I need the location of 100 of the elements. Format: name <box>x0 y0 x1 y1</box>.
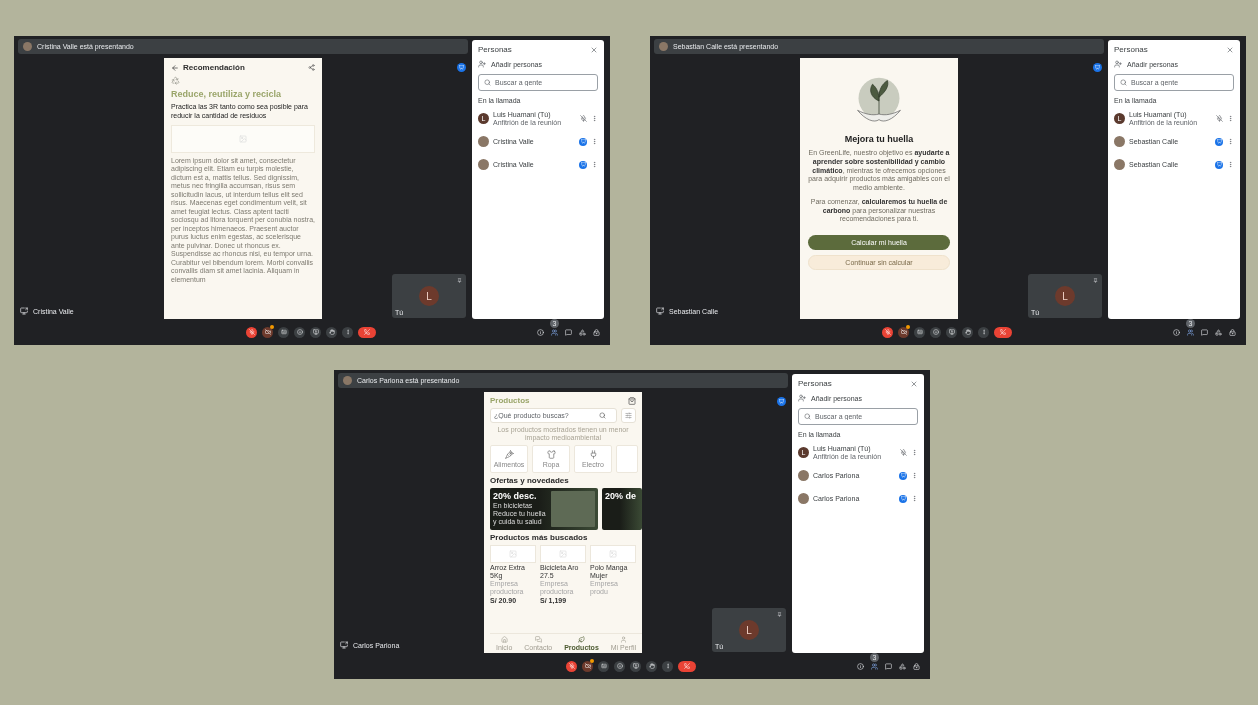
phone-icon <box>1000 329 1006 335</box>
screen-share-icon <box>340 641 348 649</box>
info-button[interactable] <box>537 328 544 336</box>
raise-hand-button[interactable] <box>646 660 657 672</box>
avatar <box>23 42 32 51</box>
image-icon <box>509 550 517 559</box>
offer-card[interactable]: 20% de <box>602 488 642 531</box>
section-title: Productos más buscados <box>490 533 589 543</box>
people-button[interactable] <box>871 662 878 670</box>
back-arrow-icon <box>171 63 179 72</box>
people-icon <box>871 662 878 670</box>
presenting-icon <box>899 471 907 480</box>
search-icon <box>484 79 491 86</box>
chat-button[interactable] <box>1201 328 1208 336</box>
chat-icon <box>565 328 572 336</box>
mic-button[interactable] <box>566 660 577 672</box>
end-call-button[interactable] <box>358 326 376 338</box>
avatar <box>798 470 809 481</box>
more-button[interactable] <box>978 326 989 338</box>
photo-placeholder <box>551 491 595 528</box>
activities-button[interactable] <box>899 662 906 670</box>
search-icon <box>599 412 606 419</box>
sliders-icon <box>625 412 632 419</box>
emoji-button[interactable] <box>930 326 941 338</box>
more-button[interactable] <box>662 660 673 672</box>
panel-title: Personas <box>1114 45 1148 54</box>
avatar: L <box>419 286 439 306</box>
more-icon <box>344 329 351 335</box>
screen-share-icon <box>656 307 664 315</box>
people-button[interactable] <box>551 328 558 336</box>
add-person-icon <box>1114 60 1122 68</box>
image-icon <box>239 134 247 143</box>
add-person-icon <box>478 60 486 68</box>
raise-hand-button[interactable] <box>962 326 973 338</box>
chat-icon <box>534 636 542 643</box>
people-icon <box>1187 328 1194 336</box>
screen-title: Productos <box>490 396 531 405</box>
chat-button[interactable] <box>565 328 572 336</box>
close-icon <box>1226 45 1234 54</box>
info-button[interactable] <box>1173 328 1180 336</box>
mic-button[interactable] <box>882 326 893 338</box>
camera-button[interactable] <box>898 326 909 338</box>
host-controls-button[interactable] <box>593 328 600 336</box>
close-button[interactable] <box>910 379 918 388</box>
presenting-icon <box>1093 63 1102 72</box>
info-button[interactable] <box>857 662 864 670</box>
captions-button[interactable] <box>914 326 925 338</box>
captions-button[interactable] <box>278 326 289 338</box>
captions-icon <box>916 329 923 335</box>
presenting-icon <box>777 397 786 406</box>
bag-icon <box>628 396 636 405</box>
activities-button[interactable] <box>579 328 586 336</box>
host-controls-button[interactable] <box>1229 328 1236 336</box>
chat-button[interactable] <box>885 662 892 670</box>
image-icon <box>559 550 567 559</box>
presenting-icon <box>579 160 587 169</box>
present-button[interactable] <box>946 326 957 338</box>
mic-button[interactable] <box>246 326 257 338</box>
add-person-icon <box>798 394 806 402</box>
camera-off-icon <box>900 329 907 335</box>
section-title: Ofertas y novedades <box>490 476 570 486</box>
avatar <box>343 376 352 385</box>
close-button[interactable] <box>1226 45 1234 54</box>
emoji-button[interactable] <box>294 326 305 338</box>
raise-hand-button[interactable] <box>326 326 337 338</box>
chat-icon <box>1201 328 1208 336</box>
people-icon <box>551 328 558 336</box>
pin-icon <box>1093 278 1098 283</box>
host-controls-button[interactable] <box>913 662 920 670</box>
captions-button[interactable] <box>598 660 609 672</box>
camera-button[interactable] <box>582 660 593 672</box>
home-icon <box>500 636 508 643</box>
panel-title: Personas <box>798 379 832 388</box>
shapes-icon <box>579 328 586 336</box>
mic-off-icon <box>900 449 907 456</box>
close-button[interactable] <box>590 45 598 54</box>
emoji-button[interactable] <box>614 660 625 672</box>
leaf-icon <box>578 636 585 643</box>
status-dot <box>270 324 274 329</box>
activities-button[interactable] <box>1215 328 1222 336</box>
lock-icon <box>913 662 920 670</box>
people-button[interactable] <box>1187 328 1194 336</box>
info-icon <box>857 662 864 670</box>
avatar: L <box>1055 286 1075 306</box>
more-button[interactable] <box>342 326 353 338</box>
smile-icon <box>932 329 939 335</box>
present-button[interactable] <box>310 326 321 338</box>
panel-title: Personas <box>478 45 512 54</box>
end-call-button[interactable] <box>994 326 1012 338</box>
avatar <box>478 159 489 170</box>
mic-off-icon <box>248 329 255 335</box>
chat-icon <box>885 662 892 670</box>
lock-icon <box>1229 328 1236 336</box>
avatar: L <box>739 620 759 640</box>
present-button[interactable] <box>630 660 641 672</box>
phone-icon <box>684 663 690 669</box>
close-icon <box>590 45 598 54</box>
camera-button[interactable] <box>262 326 273 338</box>
hand-icon <box>328 329 335 335</box>
end-call-button[interactable] <box>678 660 696 672</box>
